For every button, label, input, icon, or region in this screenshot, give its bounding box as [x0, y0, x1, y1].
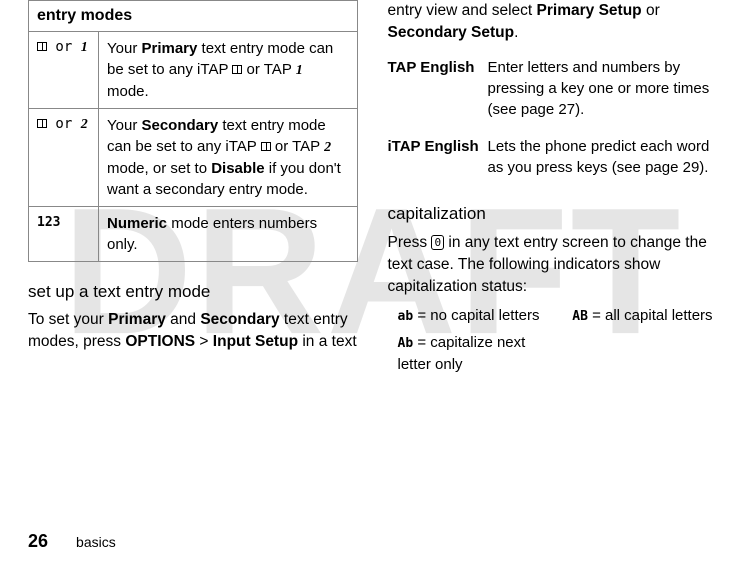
mode-desc-cell: Numeric mode enters numbers only. [99, 206, 358, 261]
capitalization-grid: ab = no capital letters AB = all capital… [398, 305, 718, 374]
text: Your [107, 117, 141, 134]
text: . [514, 24, 518, 41]
numeric-icon: 123 [37, 215, 60, 230]
breadcrumb-separator: > [195, 333, 213, 350]
text: = all capital letters [588, 307, 713, 324]
two-column-layout: entry modes or 1 Your Primary text entry… [28, 0, 717, 519]
text: Your [107, 40, 141, 57]
text: or [642, 2, 660, 19]
text: entry view and select [388, 2, 537, 19]
page: entry modes or 1 Your Primary text entry… [0, 0, 745, 564]
book-icon [37, 119, 47, 128]
text: mode, or set to [107, 160, 211, 177]
disable-label: Disable [211, 160, 264, 177]
primary-label: Primary [108, 311, 166, 328]
secondary-label: Secondary [200, 311, 279, 328]
text: Press [388, 234, 432, 251]
mode-icon-cell: or 1 [29, 32, 99, 109]
input-setup-label: Input Setup [213, 333, 298, 350]
mode-desc-cell: Your Secondary text entry mode can be se… [99, 108, 358, 206]
setup-paragraph: To set your Primary and Secondary text e… [28, 309, 358, 352]
right-column: entry view and select Primary Setup or S… [388, 0, 718, 519]
secondary-label: Secondary [141, 117, 218, 134]
text: mode. [107, 83, 149, 100]
mode-desc-cell: Your Primary text entry mode can be set … [99, 32, 358, 109]
cap-cell-next-capital: Ab = capitalize next letter only [398, 332, 543, 374]
digit-one-icon: 1 [296, 63, 303, 78]
book-icon [37, 42, 47, 51]
table-row: iTAP English Lets the phone predict each… [388, 130, 718, 188]
table-row: or 1 Your Primary text entry mode can be… [29, 32, 358, 109]
ab-mixed-icon: Ab [398, 336, 414, 351]
capitalization-paragraph: Press 0 in any text entry screen to chan… [388, 232, 718, 297]
ab-icon: ab [398, 309, 414, 324]
text: To set your [28, 311, 108, 328]
text: = no capital letters [413, 307, 539, 324]
itap-english-desc: Lets the phone predict each word as you … [488, 130, 718, 188]
secondary-setup-label: Secondary Setup [388, 24, 515, 41]
entry-modes-table: entry modes or 1 Your Primary text entry… [28, 0, 358, 262]
table-row: TAP English Enter letters and numbers by… [388, 51, 718, 130]
cap-row: ab = no capital letters AB = all capital… [398, 305, 718, 326]
right-intro-paragraph: entry view and select Primary Setup or S… [388, 0, 718, 43]
page-footer: 26 basics [28, 519, 717, 552]
cap-cell-empty [572, 332, 717, 374]
table-row: or 2 Your Secondary text entry mode can … [29, 108, 358, 206]
text: or TAP [271, 138, 324, 155]
options-label: OPTIONS [125, 333, 195, 350]
capitalization-heading: capitalization [388, 202, 718, 226]
numeric-label: Numeric [107, 215, 167, 232]
tap-english-label: TAP English [388, 51, 488, 130]
zero-key-icon: 0 [431, 235, 444, 250]
digit-two-icon: 2 [324, 140, 331, 155]
tap-english-desc: Enter letters and numbers by pressing a … [488, 51, 718, 130]
or-text: or [47, 39, 81, 55]
cap-cell-no-capital: ab = no capital letters [398, 305, 543, 326]
mode-icon-cell: or 2 [29, 108, 99, 206]
text: or TAP [242, 61, 295, 78]
text: in a text [298, 333, 357, 350]
digit-two-icon: 2 [81, 117, 88, 132]
ab-caps-icon: AB [572, 309, 588, 324]
setup-heading: set up a text entry mode [28, 280, 358, 304]
setup-options-table: TAP English Enter letters and numbers by… [388, 51, 718, 188]
text: = capitalize next letter only [398, 334, 526, 372]
page-number: 26 [28, 531, 48, 552]
text: and [166, 311, 200, 328]
book-icon [261, 142, 271, 151]
digit-one-icon: 1 [81, 40, 88, 55]
primary-label: Primary [141, 40, 197, 57]
section-name: basics [76, 534, 116, 550]
cap-row: Ab = capitalize next letter only [398, 332, 718, 374]
entry-modes-header: entry modes [29, 1, 358, 32]
primary-setup-label: Primary Setup [537, 2, 642, 19]
left-column: entry modes or 1 Your Primary text entry… [28, 0, 358, 519]
itap-english-label: iTAP English [388, 130, 488, 188]
book-icon [232, 65, 242, 74]
table-row: 123 Numeric mode enters numbers only. [29, 206, 358, 261]
or-text: or [47, 116, 81, 132]
cap-cell-all-capital: AB = all capital letters [572, 305, 717, 326]
mode-icon-cell: 123 [29, 206, 99, 261]
